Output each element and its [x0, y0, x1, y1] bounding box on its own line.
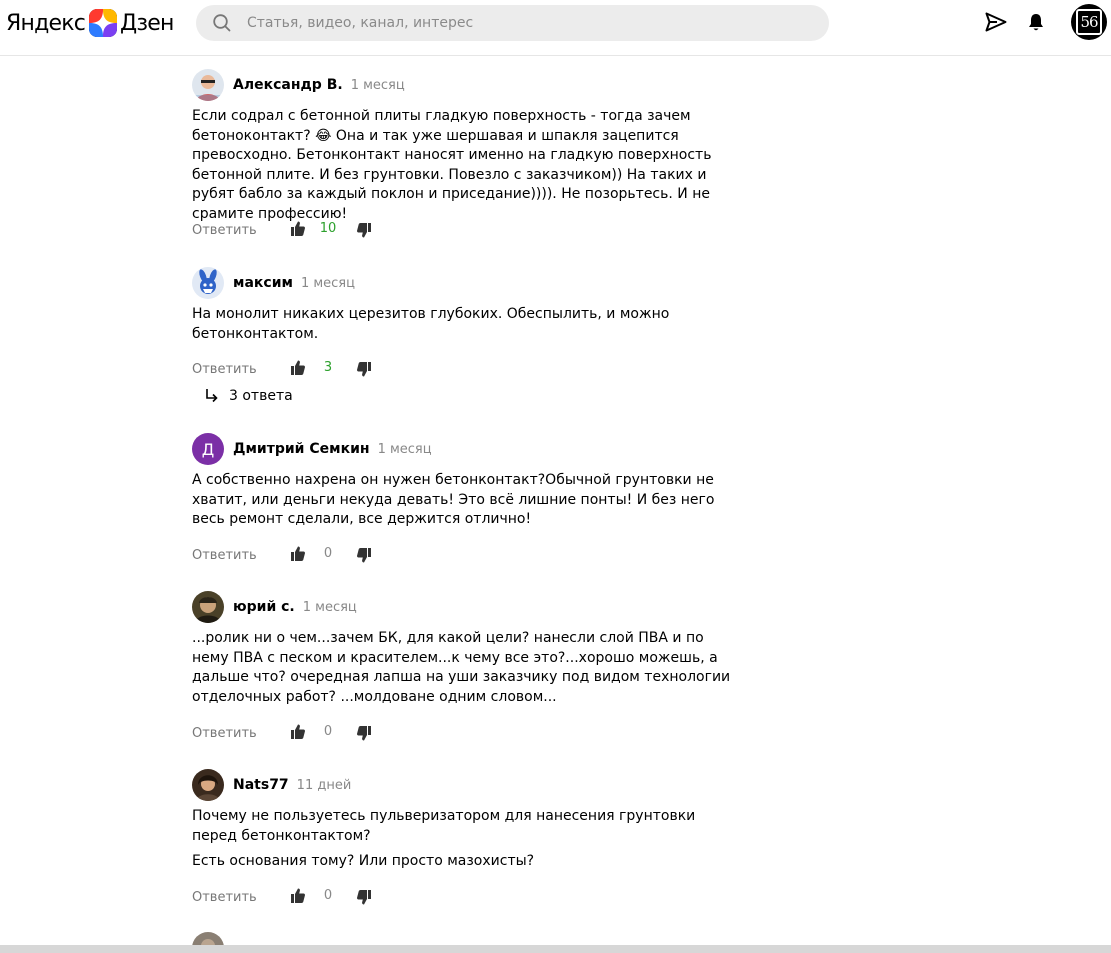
avatar[interactable] — [192, 591, 224, 623]
replies-count-label: 3 ответа — [229, 388, 293, 404]
reply-button[interactable]: Ответить — [192, 362, 257, 377]
yandex-zen-logo[interactable]: Яндекс Дзен — [6, 9, 174, 37]
comment-actions: Ответить 0 — [192, 723, 492, 743]
comment-actions: Ответить 0 — [192, 887, 492, 907]
top-bar: Яндекс Дзен 56 — [0, 0, 1111, 56]
next-comment-avatar-partial — [192, 932, 224, 946]
thumb-down-icon[interactable] — [357, 223, 371, 238]
likes-count: 0 — [323, 888, 333, 903]
search-input[interactable] — [245, 14, 769, 32]
comment-item: юрий с. 1 месяц ...ролик ни о чем...заче… — [192, 591, 752, 707]
search-bar[interactable] — [196, 5, 829, 41]
reply-button[interactable]: Ответить — [192, 548, 257, 563]
profile-avatar-label: 56 — [1076, 9, 1102, 35]
send-icon[interactable] — [985, 12, 1007, 32]
thumb-down-icon[interactable] — [357, 548, 371, 563]
comment-text: Если содрал с бетонной плиты гладкую пов… — [192, 107, 732, 225]
reply-button[interactable]: Ответить — [192, 726, 257, 741]
thumb-up-icon[interactable] — [291, 888, 305, 903]
comment-date: 1 месяц — [377, 441, 432, 457]
reply-button[interactable]: Ответить — [192, 223, 257, 238]
user-photo-icon — [192, 932, 224, 946]
thumb-down-icon[interactable] — [357, 726, 371, 741]
comment-paragraph: ...ролик ни о чем...зачем БК, для какой … — [192, 630, 731, 705]
likes-count: 0 — [323, 724, 333, 739]
search-icon — [213, 14, 231, 32]
avatar[interactable] — [192, 267, 224, 299]
comment-item: Д Дмитрий Семкин 1 месяц А собственно на… — [192, 433, 752, 530]
thumb-down-icon[interactable] — [357, 362, 371, 377]
comment-paragraph: А собственно нахрена он нужен бетонконта… — [192, 472, 715, 528]
comment-author[interactable]: Nats77 — [233, 777, 289, 793]
logo-yandex-text: Яндекс — [6, 10, 86, 36]
thumb-down-icon[interactable] — [357, 890, 371, 905]
user-photo-icon — [192, 591, 224, 623]
avatar[interactable] — [192, 769, 224, 801]
comment-author[interactable]: Дмитрий Семкин — [233, 441, 370, 457]
comment-text: ...ролик ни о чем...зачем БК, для какой … — [192, 629, 732, 707]
show-replies-button[interactable]: 3 ответа — [205, 388, 293, 404]
comment-item: Александр В. 1 месяц Если содрал с бетон… — [192, 69, 752, 225]
comment-author[interactable]: Александр В. — [233, 77, 343, 93]
comment-date: 1 месяц — [302, 599, 357, 615]
likes-count: 0 — [323, 546, 333, 561]
avatar[interactable] — [192, 69, 224, 101]
profile-avatar[interactable]: 56 — [1071, 4, 1107, 40]
reply-arrow-icon — [206, 389, 218, 403]
likes-count: 3 — [323, 360, 333, 375]
zen-star-icon — [89, 9, 117, 37]
user-photo-icon — [192, 769, 224, 801]
comment-actions: Ответить 0 — [192, 545, 492, 565]
comment-text: На монолит никаких церезитов глубоких. О… — [192, 305, 732, 344]
comment-date: 1 месяц — [350, 77, 405, 93]
thumb-up-icon[interactable] — [291, 221, 305, 236]
comment-date: 11 дней — [296, 777, 352, 793]
comment-actions: Ответить 10 — [192, 220, 492, 240]
comment-text: Почему не пользуетесь пульверизатором дл… — [192, 807, 732, 872]
comment-actions: Ответить 3 — [192, 359, 492, 379]
thumb-up-icon[interactable] — [291, 724, 305, 739]
thumb-up-icon[interactable] — [291, 546, 305, 561]
comment-paragraph: На монолит никаких церезитов глубоких. О… — [192, 306, 670, 342]
comment-paragraph: Есть основания тому? Или просто мазохист… — [192, 853, 535, 870]
avatar-letter: Д — [201, 439, 215, 459]
bunny-avatar-icon — [199, 269, 217, 294]
comment-date: 1 месяц — [300, 275, 355, 291]
comment-author[interactable]: максим — [233, 275, 293, 291]
reply-button[interactable]: Ответить — [192, 890, 257, 905]
comment-paragraph: Если содрал с бетонной плиты гладкую пов… — [192, 108, 712, 222]
bell-icon[interactable] — [1028, 13, 1044, 32]
thumb-up-icon[interactable] — [291, 360, 305, 375]
comment-item: Nats77 11 дней Почему не пользуетесь пул… — [192, 769, 752, 872]
user-photo-icon — [192, 69, 224, 101]
likes-count: 10 — [319, 221, 337, 236]
avatar[interactable]: Д — [192, 433, 224, 465]
comment-text: А собственно нахрена он нужен бетонконта… — [192, 471, 732, 530]
horizontal-scrollbar[interactable] — [0, 945, 1111, 953]
comment-author[interactable]: юрий с. — [233, 599, 295, 615]
logo-zen-text: Дзен — [120, 10, 174, 36]
comment-paragraph: Почему не пользуетесь пульверизатором дл… — [192, 808, 696, 844]
comment-item: максим 1 месяц На монолит никаких церези… — [192, 267, 752, 344]
